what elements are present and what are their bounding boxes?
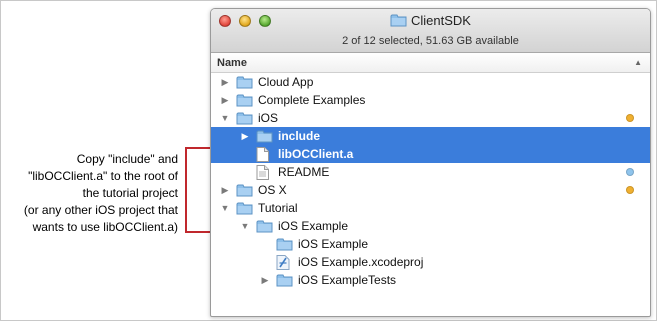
folder-icon <box>390 13 407 30</box>
disclosure-collapsed-icon[interactable]: ▶ <box>259 271 271 289</box>
window-title: ClientSDK <box>211 13 650 30</box>
window-title-text: ClientSDK <box>411 13 471 28</box>
list-item-ios-example-xcodeproj[interactable]: iOS Example.xcodeproj <box>211 253 650 271</box>
item-label: libOCClient.a <box>278 147 354 161</box>
list-item-ios-exampletests[interactable]: ▶ iOS ExampleTests <box>211 271 650 289</box>
disclosure-expanded-icon[interactable]: ▼ <box>219 109 231 127</box>
color-tag-dot <box>626 186 634 194</box>
column-header-name[interactable]: Name ▲ <box>211 53 650 73</box>
list-item-ios-example[interactable]: iOS Example <box>211 235 650 253</box>
item-label: iOS Example <box>298 237 369 251</box>
disclosure-expanded-icon[interactable]: ▼ <box>219 199 231 217</box>
disclosure-collapsed-icon[interactable]: ▶ <box>219 73 231 91</box>
list-item-tutorial[interactable]: ▼ Tutorial <box>211 199 650 217</box>
list-item-ios[interactable]: ▼ iOS <box>211 109 650 127</box>
title-bar: ClientSDK 2 of 12 selected, 51.63 GB ava… <box>211 9 650 53</box>
disclosure-collapsed-icon[interactable]: ▶ <box>219 181 231 199</box>
item-label: README <box>278 165 330 179</box>
list-item-include[interactable]: ▶ include <box>211 127 650 145</box>
color-tag-dot <box>626 168 634 176</box>
sort-ascending-icon: ▲ <box>634 58 642 67</box>
column-header-label: Name <box>217 57 247 69</box>
item-label: include <box>278 129 321 143</box>
status-text: 2 of 12 selected, 51.63 GB available <box>342 35 519 47</box>
folder-icon <box>276 273 293 292</box>
list-item-readme[interactable]: README <box>211 163 650 181</box>
list-item-libocclient-a[interactable]: libOCClient.a <box>211 145 650 163</box>
item-label: Tutorial <box>258 201 298 215</box>
item-label: iOS Example.xcodeproj <box>298 255 424 269</box>
item-label: OS X <box>258 183 287 197</box>
item-label: iOS <box>258 111 279 125</box>
item-label: iOS Example <box>278 219 349 233</box>
list-item-ios-example[interactable]: ▼ iOS Example <box>211 217 650 235</box>
disclosure-expanded-icon[interactable]: ▼ <box>239 217 251 235</box>
list-item-os-x[interactable]: ▶ OS X <box>211 181 650 199</box>
color-tag-dot <box>626 114 634 122</box>
item-label: iOS ExampleTests <box>298 273 397 287</box>
item-label: Complete Examples <box>258 93 366 107</box>
file-list: ▶ Cloud App ▶ Complete Examples ▼ iOS ▶ include… <box>211 73 650 289</box>
finder-window: ClientSDK 2 of 12 selected, 51.63 GB ava… <box>210 8 651 317</box>
disclosure-collapsed-icon[interactable]: ▶ <box>219 91 231 109</box>
list-item-cloud-app[interactable]: ▶ Cloud App <box>211 73 650 91</box>
disclosure-collapsed-icon[interactable]: ▶ <box>239 127 251 145</box>
item-label: Cloud App <box>258 75 314 89</box>
list-item-complete-examples[interactable]: ▶ Complete Examples <box>211 91 650 109</box>
